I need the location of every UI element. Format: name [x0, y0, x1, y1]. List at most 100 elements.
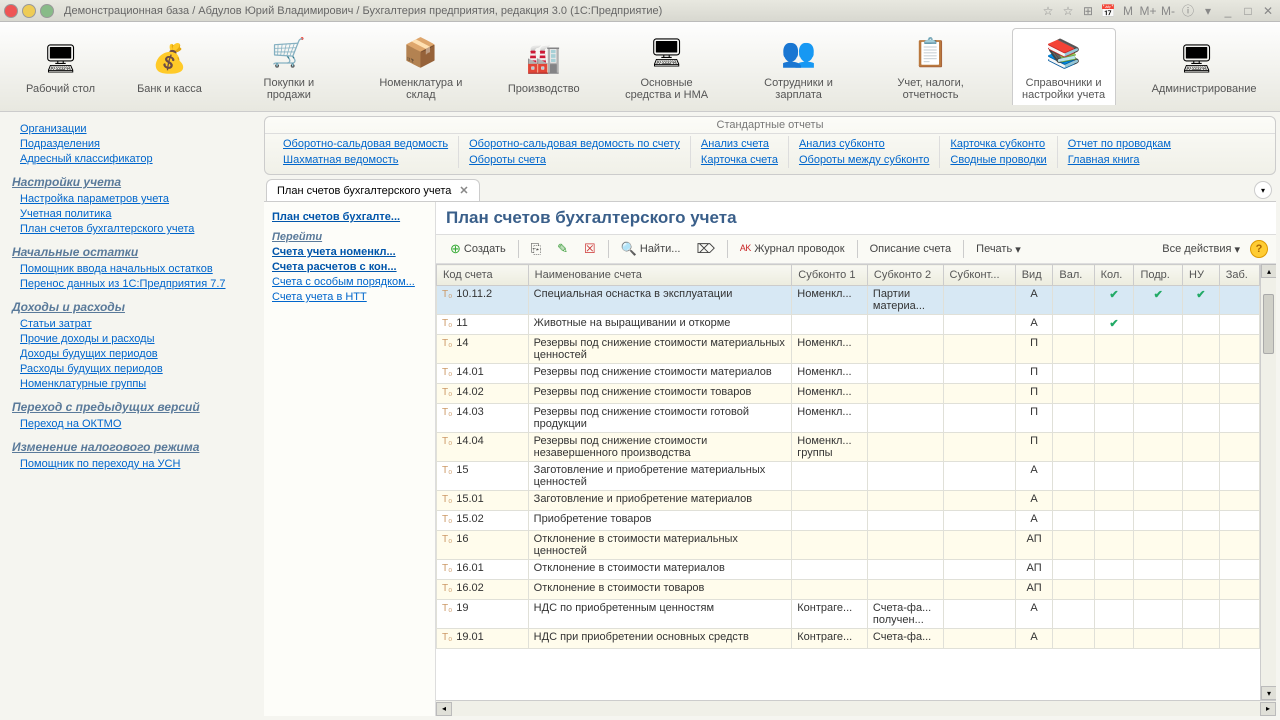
tab-menu-button[interactable]: ▾: [1254, 181, 1272, 199]
horizontal-scrollbar[interactable]: ◂ ▸: [436, 700, 1276, 716]
sidebar-link[interactable]: Перенос данных из 1С:Предприятия 7.7: [20, 278, 248, 290]
lp-header-perejti[interactable]: Перейти: [272, 231, 427, 243]
edit-button[interactable]: ✎: [551, 239, 574, 259]
lp-scheta-raschetov[interactable]: Счета расчетов с кон...: [272, 261, 427, 273]
table-row[interactable]: T₀15.02Приобретение товаровА: [437, 511, 1260, 531]
help-button[interactable]: ?: [1250, 240, 1268, 258]
report-link[interactable]: Обороты между субконто: [799, 154, 929, 166]
print-button[interactable]: Печать ▾: [970, 241, 1027, 258]
scroll-down-button[interactable]: ▾: [1261, 686, 1276, 700]
column-header[interactable]: Вид: [1015, 265, 1053, 286]
section-Рабочий[interactable]: 🖥Рабочий стол: [20, 35, 101, 99]
sidebar-link[interactable]: Помощник ввода начальных остатков: [20, 263, 248, 275]
table-row[interactable]: T₀15.01Заготовление и приобретение матер…: [437, 491, 1260, 511]
report-link[interactable]: Карточка субконто: [950, 138, 1046, 150]
section-Банк[interactable]: 💰Банк и касса: [131, 35, 208, 99]
table-row[interactable]: T₀14.02Резервы под снижение стоимости то…: [437, 384, 1260, 404]
sidebar-link[interactable]: Прочие доходы и расходы: [20, 333, 248, 345]
table-row[interactable]: T₀16.01Отклонение в стоимости материалов…: [437, 560, 1260, 580]
delete-button[interactable]: ☒: [578, 239, 602, 259]
sidebar-link[interactable]: План счетов бухгалтерского учета: [20, 223, 248, 235]
section-Основные[interactable]: 🖥Основные средства и НМА: [616, 29, 718, 105]
titlebar-icon[interactable]: M: [1120, 3, 1136, 19]
section-Номенклатура[interactable]: 📦Номенклатура и склад: [370, 29, 472, 105]
table-row[interactable]: T₀14.03Резервы под снижение стоимости го…: [437, 404, 1260, 433]
left-panel-link[interactable]: Счета учета в НТТ: [272, 291, 427, 303]
sidebar-group-header[interactable]: Настройки учета: [12, 175, 248, 189]
column-header[interactable]: Вал.: [1053, 265, 1094, 286]
section-Производство[interactable]: 🏭Производство: [502, 35, 586, 99]
report-link[interactable]: Отчет по проводкам: [1068, 138, 1171, 150]
section-Учет,[interactable]: 📋Учет, налоги, отчетность: [880, 29, 982, 105]
titlebar-icon[interactable]: M+: [1140, 3, 1156, 19]
report-link[interactable]: Анализ счета: [701, 138, 778, 150]
titlebar-icon[interactable]: _: [1220, 3, 1236, 19]
sidebar-link[interactable]: Организации: [20, 123, 248, 135]
titlebar-icon[interactable]: ✕: [1260, 3, 1276, 19]
column-header[interactable]: Кол.: [1094, 265, 1134, 286]
sidebar-group-header[interactable]: Доходы и расходы: [12, 300, 248, 314]
table-row[interactable]: T₀14Резервы под снижение стоимости матер…: [437, 335, 1260, 364]
sidebar-link[interactable]: Учетная политика: [20, 208, 248, 220]
lp-plan-schetov[interactable]: План счетов бухгалте...: [272, 211, 427, 223]
titlebar-icon[interactable]: M-: [1160, 3, 1176, 19]
all-actions-button[interactable]: Все действия ▾: [1156, 241, 1246, 258]
section-Администрирование[interactable]: 🖥Администрирование: [1146, 35, 1248, 99]
scroll-up-button[interactable]: ▴: [1261, 264, 1276, 278]
section-Покупки[interactable]: 🛒Покупки и продажи: [238, 29, 340, 105]
journal-button[interactable]: ᴬᴷЖурнал проводок: [734, 240, 851, 259]
scroll-right-button[interactable]: ▸: [1260, 702, 1276, 716]
copy-button[interactable]: ⎘: [525, 239, 547, 259]
report-link[interactable]: Карточка счета: [701, 154, 778, 166]
lp-scheta-nomenkl[interactable]: Счета учета номенкл...: [272, 246, 427, 258]
sidebar-link[interactable]: Статьи затрат: [20, 318, 248, 330]
sidebar-group-header[interactable]: Начальные остатки: [12, 245, 248, 259]
column-header[interactable]: Заб.: [1219, 265, 1259, 286]
titlebar-icon[interactable]: ☆: [1040, 3, 1056, 19]
sidebar-link[interactable]: Переход на ОКТМО: [20, 418, 248, 430]
table-row[interactable]: T₀19.01НДС при приобретении основных сре…: [437, 629, 1260, 649]
column-header[interactable]: Субконто 2: [867, 265, 943, 286]
table-row[interactable]: T₀15Заготовление и приобретение материал…: [437, 462, 1260, 491]
titlebar-icon[interactable]: ▾: [1200, 3, 1216, 19]
column-header[interactable]: Код счета: [437, 265, 529, 286]
table-row[interactable]: T₀16Отклонение в стоимости материальных …: [437, 531, 1260, 560]
tab-plan-schetov[interactable]: План счетов бухгалтерского учета ✕: [266, 179, 480, 201]
report-link[interactable]: Оборотно-сальдовая ведомость: [283, 138, 448, 150]
report-link[interactable]: Главная книга: [1068, 154, 1171, 166]
table-row[interactable]: T₀11Животные на выращивании и откормеА✔: [437, 315, 1260, 335]
titlebar-icon[interactable]: ⓘ: [1180, 3, 1196, 19]
table-row[interactable]: T₀19НДС по приобретенным ценностямКонтра…: [437, 600, 1260, 629]
sidebar-link[interactable]: Расходы будущих периодов: [20, 363, 248, 375]
create-button[interactable]: ⊕Создать: [444, 239, 512, 259]
table-row[interactable]: T₀16.02Отклонение в стоимости товаровАП: [437, 580, 1260, 600]
sidebar-link[interactable]: Настройка параметров учета: [20, 193, 248, 205]
vertical-scrollbar[interactable]: ▴ ▾: [1260, 264, 1276, 700]
find-button[interactable]: 🔍Найти...: [615, 239, 687, 259]
sidebar-link[interactable]: Номенклатурные группы: [20, 378, 248, 390]
column-header[interactable]: Наименование счета: [528, 265, 792, 286]
titlebar-icon[interactable]: □: [1240, 3, 1256, 19]
report-link[interactable]: Шахматная ведомость: [283, 154, 448, 166]
titlebar-icon[interactable]: 📅: [1100, 3, 1116, 19]
sidebar-link[interactable]: Подразделения: [20, 138, 248, 150]
table-row[interactable]: T₀10.11.2Специальная оснастка в эксплуат…: [437, 286, 1260, 315]
sidebar-link[interactable]: Доходы будущих периодов: [20, 348, 248, 360]
sidebar-link[interactable]: Помощник по переходу на УСН: [20, 458, 248, 470]
report-link[interactable]: Оборотно-сальдовая ведомость по счету: [469, 138, 680, 150]
window-max-dot[interactable]: [40, 4, 54, 18]
scroll-thumb[interactable]: [1263, 294, 1274, 354]
report-link[interactable]: Обороты счета: [469, 154, 680, 166]
left-panel-link[interactable]: Счета с особым порядком...: [272, 276, 427, 288]
titlebar-icon[interactable]: ⊞: [1080, 3, 1096, 19]
titlebar-icon[interactable]: ☆: [1060, 3, 1076, 19]
tab-close-icon[interactable]: ✕: [459, 184, 468, 197]
descr-button[interactable]: Описание счета: [864, 241, 958, 257]
report-link[interactable]: Анализ субконто: [799, 138, 929, 150]
column-header[interactable]: Подр.: [1134, 265, 1183, 286]
table-row[interactable]: T₀14.01Резервы под снижение стоимости ма…: [437, 364, 1260, 384]
sidebar-group-header[interactable]: Изменение налогового режима: [12, 440, 248, 454]
table-row[interactable]: T₀14.04Резервы под снижение стоимости не…: [437, 433, 1260, 462]
report-link[interactable]: Сводные проводки: [950, 154, 1046, 166]
clear-search-button[interactable]: ⌦: [690, 239, 720, 259]
